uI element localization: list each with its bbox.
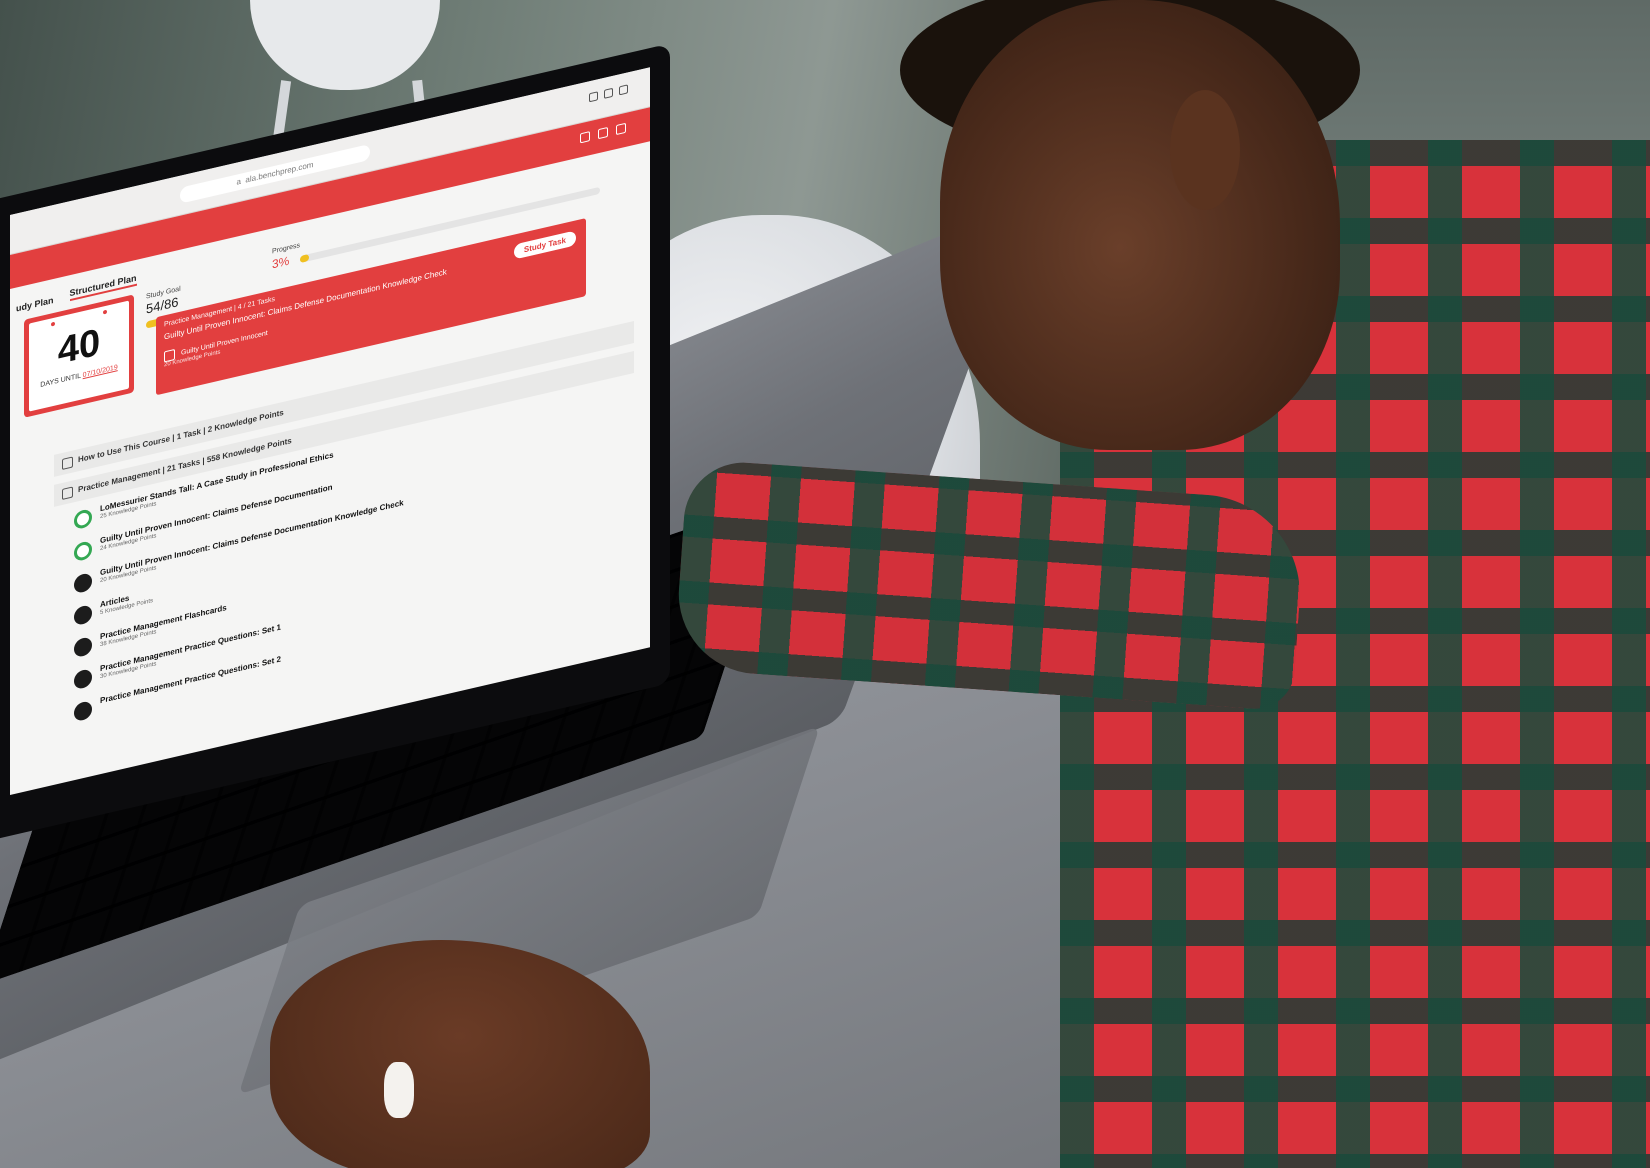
ear — [1170, 90, 1240, 210]
share-icon[interactable] — [604, 87, 613, 99]
quiz-icon — [74, 572, 92, 595]
completed-icon — [74, 508, 92, 531]
help-icon[interactable] — [598, 126, 608, 140]
notifications-icon[interactable] — [580, 131, 590, 144]
tabs-icon[interactable] — [619, 84, 628, 96]
plaid-sleeve-arm — [673, 458, 1307, 712]
questions-icon — [74, 700, 92, 723]
face — [940, 0, 1340, 450]
countdown-card: 40 DAYS UNTIL 07/10/2019 — [24, 294, 134, 418]
article-icon — [74, 604, 92, 627]
flashcards-icon — [74, 636, 92, 659]
account-icon[interactable] — [616, 122, 626, 136]
ring — [384, 1062, 414, 1118]
header-icons — [580, 122, 626, 144]
completed-icon — [74, 540, 92, 563]
tab-study-plan[interactable]: udy Plan — [16, 295, 54, 314]
questions-icon — [74, 668, 92, 691]
progress-fill — [299, 253, 309, 263]
person — [673, 0, 1650, 1168]
progress-value: 3% — [272, 253, 290, 272]
browser-icons — [589, 84, 628, 103]
settings-icon[interactable] — [589, 91, 598, 103]
photo-scene: a ala.benchprep.com udy Plan Structured … — [0, 0, 1650, 1168]
